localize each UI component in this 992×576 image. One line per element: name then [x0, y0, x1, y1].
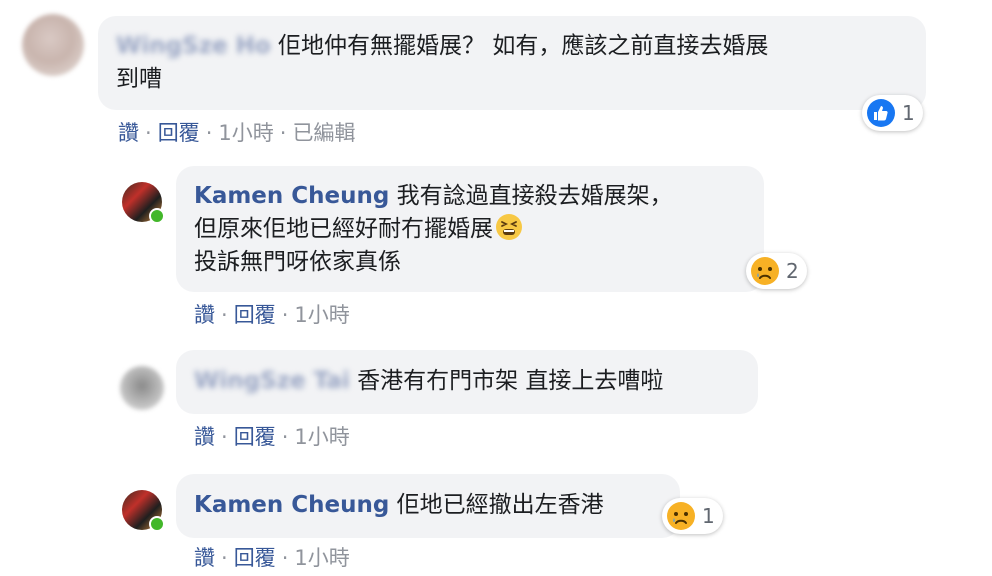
online-indicator — [149, 208, 165, 224]
separator-dot: · — [221, 546, 228, 570]
comment-text: 投訴無門呀依家真係 — [194, 249, 401, 275]
comment-text: 佢地仲有無擺婚展？ 如有，應該之前直接去婚展 — [278, 33, 769, 59]
avatar[interactable] — [22, 14, 84, 76]
comment-text: 到嘈 — [116, 66, 162, 92]
separator-dot: · — [281, 303, 289, 327]
reaction-count: 2 — [786, 259, 799, 283]
comment-author[interactable]: WingSze Ho — [116, 33, 271, 59]
comment-author[interactable]: Kamen Cheung — [194, 492, 389, 518]
separator-dot: · — [221, 425, 228, 449]
tired-face-emoji — [496, 214, 522, 240]
reply-link[interactable]: 回覆 — [234, 425, 276, 449]
comment-actions: 讚 · 回覆 · 1小時 · 已編輯 — [118, 117, 355, 147]
edited-label[interactable]: 已編輯 — [292, 121, 355, 145]
separator-dot: · — [145, 121, 152, 145]
reaction-summary[interactable]: 1 — [862, 95, 923, 131]
comment-bubble: Kamen Cheung 佢地已經撤出左香港 — [176, 474, 680, 538]
online-indicator — [149, 516, 165, 532]
avatar[interactable] — [120, 366, 164, 410]
like-link[interactable]: 讚 — [194, 546, 215, 570]
sad-face-icon — [751, 257, 779, 285]
reply-link[interactable]: 回覆 — [234, 546, 276, 570]
comment-actions: 讚 · 回覆 · 1小時 — [194, 299, 350, 329]
reaction-summary[interactable]: 2 — [746, 253, 807, 289]
timestamp[interactable]: 1小時 — [294, 546, 349, 570]
sad-face-icon — [667, 502, 695, 530]
comment-text: 我有諗過直接殺去婚展架， — [396, 183, 673, 209]
timestamp[interactable]: 1小時 — [218, 121, 273, 145]
comment-bubble: WingSze Ho 佢地仲有無擺婚展？ 如有，應該之前直接去婚展 到嘈 — [98, 16, 926, 110]
timestamp[interactable]: 1小時 — [294, 425, 349, 449]
comment-author[interactable]: WingSze Tai — [194, 368, 350, 394]
comment-actions: 讚 · 回覆 · 1小時 — [194, 542, 350, 572]
reaction-count: 1 — [702, 504, 715, 528]
separator-dot: · — [221, 303, 228, 327]
comment-bubble: WingSze Tai 香港有冇門市架 直接上去嘈啦 — [176, 350, 758, 414]
comment-text: 但原來佢地已經好耐冇擺婚展 — [194, 216, 493, 242]
separator-dot: · — [281, 546, 289, 570]
comment-author[interactable]: Kamen Cheung — [194, 183, 389, 209]
comment-actions: 讚 · 回覆 · 1小時 — [194, 421, 350, 451]
reaction-count: 1 — [902, 101, 915, 125]
reaction-summary[interactable]: 1 — [662, 498, 723, 534]
reply-link[interactable]: 回覆 — [158, 121, 200, 145]
like-link[interactable]: 讚 — [194, 303, 215, 327]
like-icon — [867, 99, 895, 127]
like-link[interactable]: 讚 — [194, 425, 215, 449]
like-link[interactable]: 讚 — [118, 121, 139, 145]
comment-text: 佢地已經撤出左香港 — [396, 492, 604, 518]
comment-text: 香港有冇門市架 直接上去嘈啦 — [357, 368, 664, 394]
reply-link[interactable]: 回覆 — [234, 303, 276, 327]
separator-dot: · — [279, 121, 287, 145]
separator-dot: · — [281, 425, 289, 449]
comment-bubble: Kamen Cheung 我有諗過直接殺去婚展架， 但原來佢地已經好耐冇擺婚展 … — [176, 166, 764, 292]
separator-dot: · — [205, 121, 213, 145]
timestamp[interactable]: 1小時 — [294, 303, 349, 327]
